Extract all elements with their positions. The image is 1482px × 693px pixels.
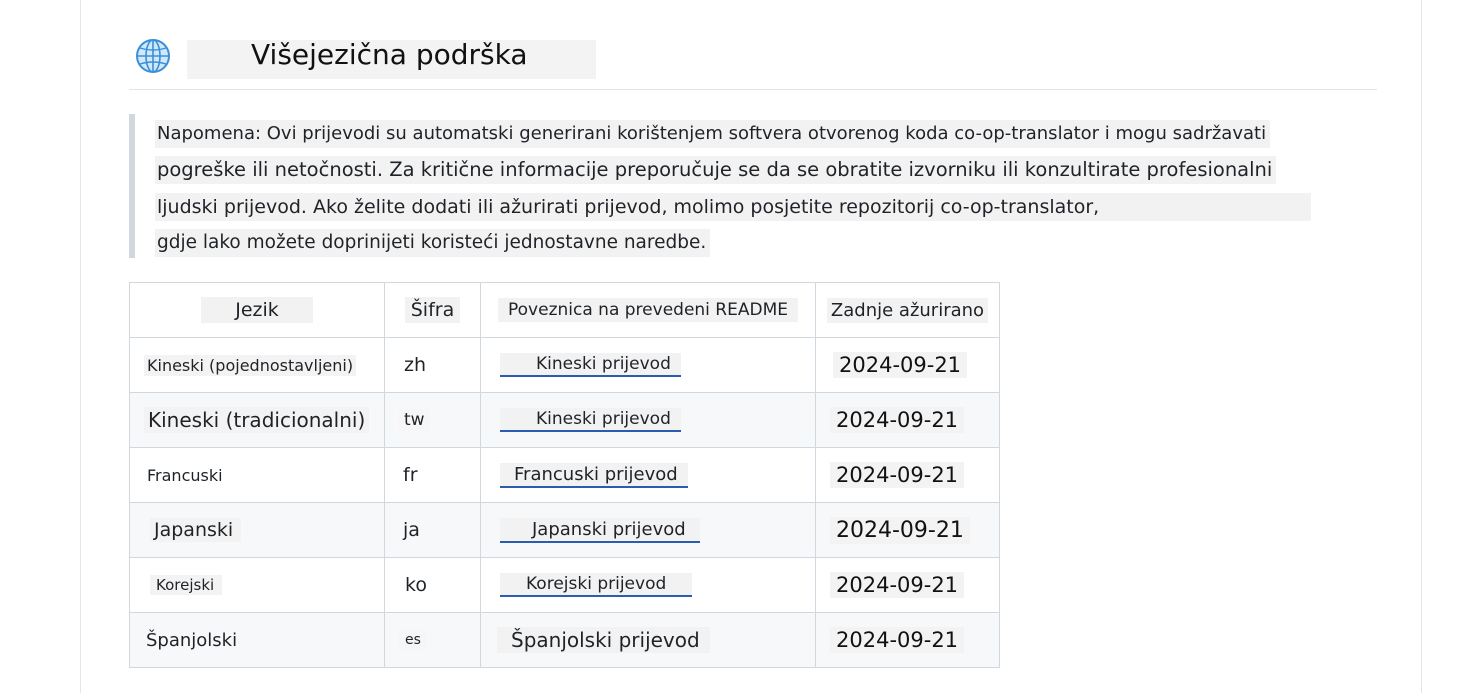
globe-icon: [136, 39, 170, 73]
cell-language: Kineski (tradicionalni): [129, 392, 385, 448]
cell-link: Španjolski prijevod: [480, 612, 816, 668]
cell-language: Španjolski: [129, 612, 385, 668]
table-row: Španjolski es Španjolski prijevod 2024-0…: [129, 612, 1000, 668]
table-row: Kineski (tradicionalni) tw Kineski prije…: [129, 392, 1000, 448]
cell-code: ja: [384, 502, 481, 558]
table-header-row: Jezik Šifra Poveznica na prevedeni READM…: [129, 282, 1000, 338]
cell-link: Korejski prijevod: [480, 557, 816, 613]
cell-code: ko: [384, 557, 481, 613]
translation-link-fr[interactable]: Francuski prijevod: [500, 462, 688, 488]
cell-updated: 2024-09-21: [815, 392, 1000, 448]
translation-link-tw[interactable]: Kineski prijevod: [500, 408, 681, 432]
header-link: Poveznica na prevedeni README: [480, 282, 816, 338]
translation-link-ja[interactable]: Japanski prijevod: [500, 517, 700, 543]
cell-updated: 2024-09-21: [815, 612, 1000, 668]
note-line-3: ljudski prijevod. Ako želite dodati ili …: [155, 193, 1311, 221]
header-updated: Zadnje ažurirano: [815, 282, 1000, 338]
cell-link: Francuski prijevod: [480, 447, 816, 503]
document-page: Višejezična podrška Napomena: Ovi prijev…: [80, 0, 1422, 693]
cell-code: es: [384, 612, 481, 668]
note-line-1: Napomena: Ovi prijevodi su automatski ge…: [155, 120, 1271, 148]
header-code: Šifra: [384, 282, 481, 338]
table-row: Kineski (pojednostavljeni) zh Kineski pr…: [129, 337, 1000, 393]
cell-updated: 2024-09-21: [815, 502, 1000, 558]
note-line-2: pogreške ili netočnosti. Za kritične inf…: [155, 156, 1277, 184]
cell-code: tw: [384, 392, 481, 448]
cell-code: zh: [384, 337, 481, 393]
cell-updated: 2024-09-21: [815, 557, 1000, 613]
translation-link-es[interactable]: Španjolski prijevod: [497, 627, 710, 653]
cell-link: Japanski prijevod: [480, 502, 816, 558]
table-row: Japanski ja Japanski prijevod 2024-09-21: [129, 502, 1000, 558]
translation-link-ko[interactable]: Korejski prijevod: [500, 573, 693, 597]
cell-link: Kineski prijevod: [480, 337, 816, 393]
translation-link-zh[interactable]: Kineski prijevod: [500, 353, 681, 377]
note-blockquote: Napomena: Ovi prijevodi su automatski ge…: [129, 114, 1375, 258]
page-title: Višejezična podrška: [251, 38, 528, 71]
cell-language: Kineski (pojednostavljeni): [129, 337, 385, 393]
cell-language: Korejski: [129, 557, 385, 613]
cell-language: Francuski: [129, 447, 385, 503]
header-language: Jezik: [129, 282, 385, 338]
cell-link: Kineski prijevod: [480, 392, 816, 448]
table-row: Francuski fr Francuski prijevod 2024-09-…: [129, 447, 1000, 503]
cell-updated: 2024-09-21: [815, 337, 1000, 393]
language-table: Jezik Šifra Poveznica na prevedeni READM…: [129, 282, 1000, 668]
cell-language: Japanski: [129, 502, 385, 558]
section-heading: Višejezična podrška: [129, 34, 1377, 90]
cell-updated: 2024-09-21: [815, 447, 1000, 503]
cell-code: fr: [384, 447, 481, 503]
table-row: Korejski ko Korejski prijevod 2024-09-21: [129, 557, 1000, 613]
note-line-4: gdje lako možete doprinijeti koristeći j…: [155, 229, 711, 257]
